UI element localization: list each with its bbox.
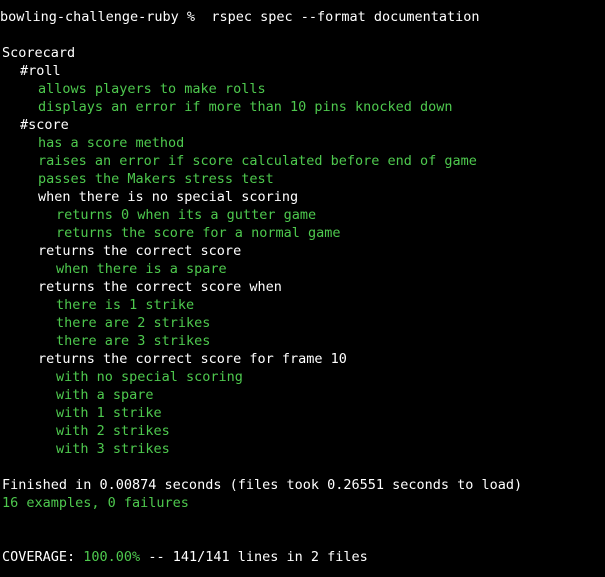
spec-example-pass: has a score method [38,135,185,151]
spec-example-pass: with 1 strike [56,405,162,421]
spec-context: returns the correct score [38,243,242,259]
spec-context: when there is no special scoring [38,189,299,205]
spec-context: returns the correct score when [38,279,282,295]
finished-summary: Finished in 0.00874 seconds (files took … [2,477,523,493]
spec-example-pass: passes the Makers stress test [38,171,274,187]
spec-example-pass: with a spare [56,387,154,403]
coverage-percent: 100.00% [83,549,141,565]
spec-example-pass: there are 2 strikes [56,315,211,331]
spec-example-pass: with no special scoring [56,369,243,385]
result-summary: 16 examples, 0 failures [2,495,189,511]
spec-context: returns the correct score for frame 10 [38,351,347,367]
spec-example-pass: when there is a spare [56,261,227,277]
spec-example-pass: displays an error if more than 10 pins k… [38,99,453,115]
spec-group-roll: #roll [20,63,61,79]
coverage-line: COVERAGE: 100.00% -- 141/141 lines in 2 … [2,548,368,566]
spec-example-pass: allows players to make rolls [38,81,266,97]
spec-example-pass: there is 1 strike [56,297,195,313]
coverage-label: COVERAGE: [2,549,84,565]
spec-example-pass: returns the score for a normal game [56,225,341,241]
terminal-window[interactable]: bowling-challenge-ruby % rspec spec --fo… [0,0,605,577]
spec-example-pass: raises an error if score calculated befo… [38,153,477,169]
spec-example-pass: there are 3 strikes [56,333,211,349]
spec-group-score: #score [20,117,69,133]
coverage-detail: -- 141/141 lines in 2 files [140,549,368,565]
spec-describe: Scorecard [2,45,76,61]
spec-example-pass: returns 0 when its a gutter game [56,207,317,223]
spec-example-pass: with 2 strikes [56,423,170,439]
command-prompt: bowling-challenge-ruby % rspec spec --fo… [0,9,480,25]
spec-example-pass: with 3 strikes [56,441,170,457]
